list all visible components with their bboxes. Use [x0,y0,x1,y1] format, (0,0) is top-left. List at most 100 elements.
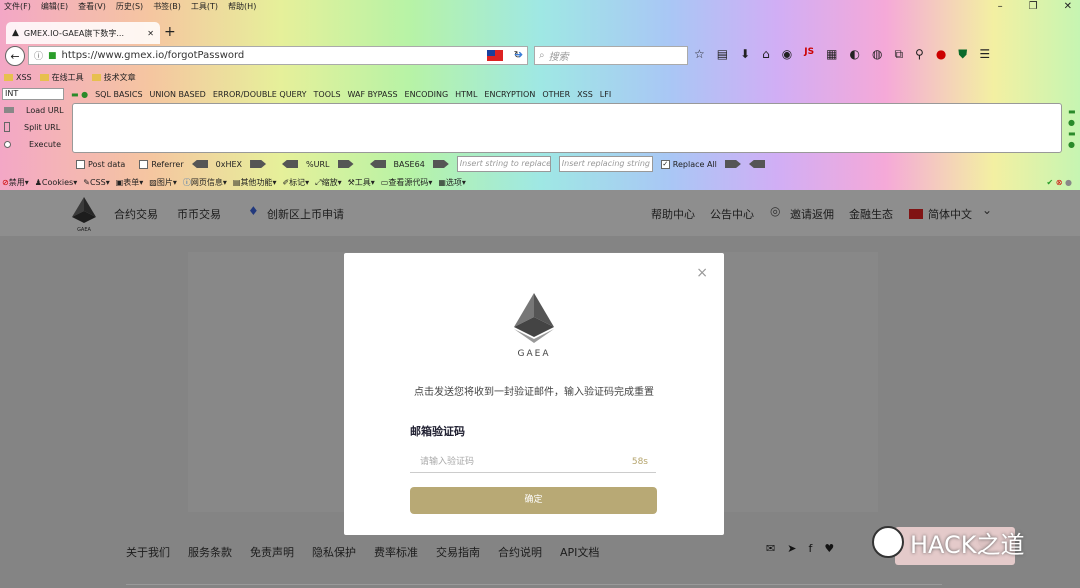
window-close-button[interactable]: ✕ [1064,1,1072,12]
modal-close-icon[interactable]: × [696,265,708,281]
zoom-icon[interactable]: ⚲ [915,47,924,62]
url-enc-label: %URL [306,159,330,169]
encode-arrow-icon[interactable] [192,160,208,168]
url-bar[interactable]: ⓘ ■ https://www.gmex.io/forgotPassword ↻ [28,46,528,65]
search-box[interactable]: ⌕ 搜索 [534,46,688,65]
hackbar-menu-union[interactable]: UNION BASED [150,90,206,99]
hackbar-menu-encryption[interactable]: ENCRYPTION [484,90,535,99]
tab-close-icon[interactable]: ✕ [147,29,154,38]
minimize-button[interactable]: – [998,1,1003,12]
insert-string-input[interactable]: Insert string to replace [456,156,551,172]
bookmark-articles[interactable]: 技术文章 [91,72,136,83]
hackbar-menu-waf[interactable]: WAF BYPASS [348,90,398,99]
replace-all-checkbox[interactable]: ✓ Replace All [660,159,717,169]
folder-icon [39,73,49,81]
restore-button[interactable]: ❐ [1029,1,1038,12]
webdev-outline[interactable]: ✐标记▾ [282,177,309,188]
menu-bookmarks[interactable]: 书签(B) [153,0,181,14]
hackbar-menu-xss[interactable]: XSS [577,90,593,99]
webdev-label: 禁用 [8,178,25,187]
code-placeholder: 请输入验证码 [420,457,475,467]
confirm-button[interactable]: 确定 [410,487,657,514]
bookmark-label: XSS [16,72,32,82]
webdev-info[interactable]: ⓘ网页信息▾ [183,177,227,188]
watermark: HACK之道 [872,519,1062,565]
hackbar-type-select[interactable]: INT [2,88,64,100]
hex-label: 0xHEX [215,159,243,169]
star-icon[interactable]: ☆ [694,47,705,62]
hackbar-menu-tools[interactable]: TOOLS [314,90,341,99]
hackbar-toggle-icon[interactable]: ▬ ● [71,90,88,99]
execute-label: Execute [29,139,61,149]
download-icon[interactable]: ⬇ [740,47,750,62]
webdev-css[interactable]: ✎CSS▾ [83,178,109,187]
hackbar-menu-lfi[interactable]: LFI [600,90,611,99]
search-placeholder: 搜索 [548,52,569,63]
replace-all-label: Replace All [672,159,717,169]
webdev-images[interactable]: ▨图片▾ [149,177,177,188]
bookmark-label: 在线工具 [51,72,84,82]
adblock-icon[interactable]: ● [936,47,946,62]
hamburger-menu-icon[interactable]: ☰ [979,47,990,62]
encode-arrow-icon[interactable] [370,160,386,168]
toolbar-icons: ☆ ▤ ⬇ ⌂ ◉ JS ▦ ◐ ◍ ⧉ ⚲ ● ⛊ ☰ [694,47,990,62]
hackbar-menu-error[interactable]: ERROR/DOUBLE QUERY [213,90,307,99]
menu-file[interactable]: 文件(F) [4,0,31,14]
decode-arrow-icon[interactable] [250,160,267,168]
hackbar-menu-encoding[interactable]: ENCODING [405,90,449,99]
replacing-string-input[interactable]: Insert replacing string [558,156,653,172]
js-icon[interactable]: JS [804,47,814,62]
browser-chrome: 文件(F) 编辑(E) 查看(V) 历史(S) 书签(B) 工具(T) 帮助(H… [0,0,1080,190]
share-icon[interactable]: ⧉ [894,47,903,62]
load-url-label: Load URL [26,105,64,115]
webdev-label: CSS [89,178,106,187]
reading-list-icon[interactable]: ▤ [717,47,728,62]
pin-icon[interactable]: ➜ [514,48,523,61]
bookmark-tools[interactable]: 在线工具 [39,72,84,83]
webdev-source[interactable]: ▭查看源代码▾ [381,177,433,188]
resend-countdown: 58s [631,457,648,467]
menu-view[interactable]: 查看(V) [78,0,106,14]
back-button[interactable]: ← [5,46,25,66]
menu-tools[interactable]: 工具(T) [191,0,218,14]
replace-arrow-icon[interactable] [749,160,765,168]
replace-arrow-icon[interactable] [724,160,741,168]
url-text[interactable]: https://www.gmex.io/forgotPassword [62,50,245,61]
load-url-button[interactable]: Load URL [4,104,64,116]
hackbar-menu-html[interactable]: HTML [455,90,477,99]
menu-history[interactable]: 历史(S) [116,0,143,14]
folder-icon [91,73,101,81]
webdev-forms[interactable]: ▣表单▾ [116,177,144,188]
info-icon[interactable]: ⓘ [34,49,43,62]
shield-icon[interactable]: ⛊ [958,47,967,62]
post-data-checkbox[interactable]: Post data [76,159,125,169]
browser-tab[interactable]: ▲ GMEX.IO-GAEA旗下数字... ✕ [6,22,160,44]
menu-help[interactable]: 帮助(H) [228,0,256,14]
webdev-misc[interactable]: ▤其他功能▾ [233,177,277,188]
webdev-tools[interactable]: ⚒工具▾ [348,177,375,188]
hackbar-menu-sql-basics[interactable]: SQL BASICS [95,90,142,99]
menu-edit[interactable]: 编辑(E) [41,0,68,14]
verification-code-input[interactable]: 请输入验证码 58s [410,451,656,473]
hackbar-options: Post data Referrer 0xHEX %URL BASE64 Ins… [76,156,765,172]
proxy-icon[interactable]: ◍ [872,47,882,62]
webdev-cookies[interactable]: ♟Cookies▾ [35,178,78,187]
execute-button[interactable]: Execute [4,138,64,150]
webdev-disable[interactable]: ⊘禁用▾ [2,177,29,188]
home-icon[interactable]: ⌂ [762,47,770,62]
hackbar-menu-other[interactable]: OTHER [542,90,570,99]
addon-icon[interactable]: ▦ [826,47,837,62]
bookmarks-bar: XSS 在线工具 技术文章 [0,70,136,84]
webdev-resize[interactable]: ⤢缩放▾ [315,177,341,188]
globe-icon[interactable]: ◉ [782,47,792,62]
bookmark-xss[interactable]: XSS [4,73,32,82]
new-tab-button[interactable]: + [164,24,176,40]
webdev-options[interactable]: ▦选项▾ [438,177,466,188]
referrer-checkbox[interactable]: Referrer [139,159,184,169]
split-url-button[interactable]: Split URL [4,121,64,133]
decode-arrow-icon[interactable] [432,160,449,168]
hackbar-url-textarea[interactable] [72,103,1062,153]
encode-arrow-icon[interactable] [282,160,298,168]
decode-arrow-icon[interactable] [337,160,354,168]
palette-icon[interactable]: ◐ [849,47,859,62]
